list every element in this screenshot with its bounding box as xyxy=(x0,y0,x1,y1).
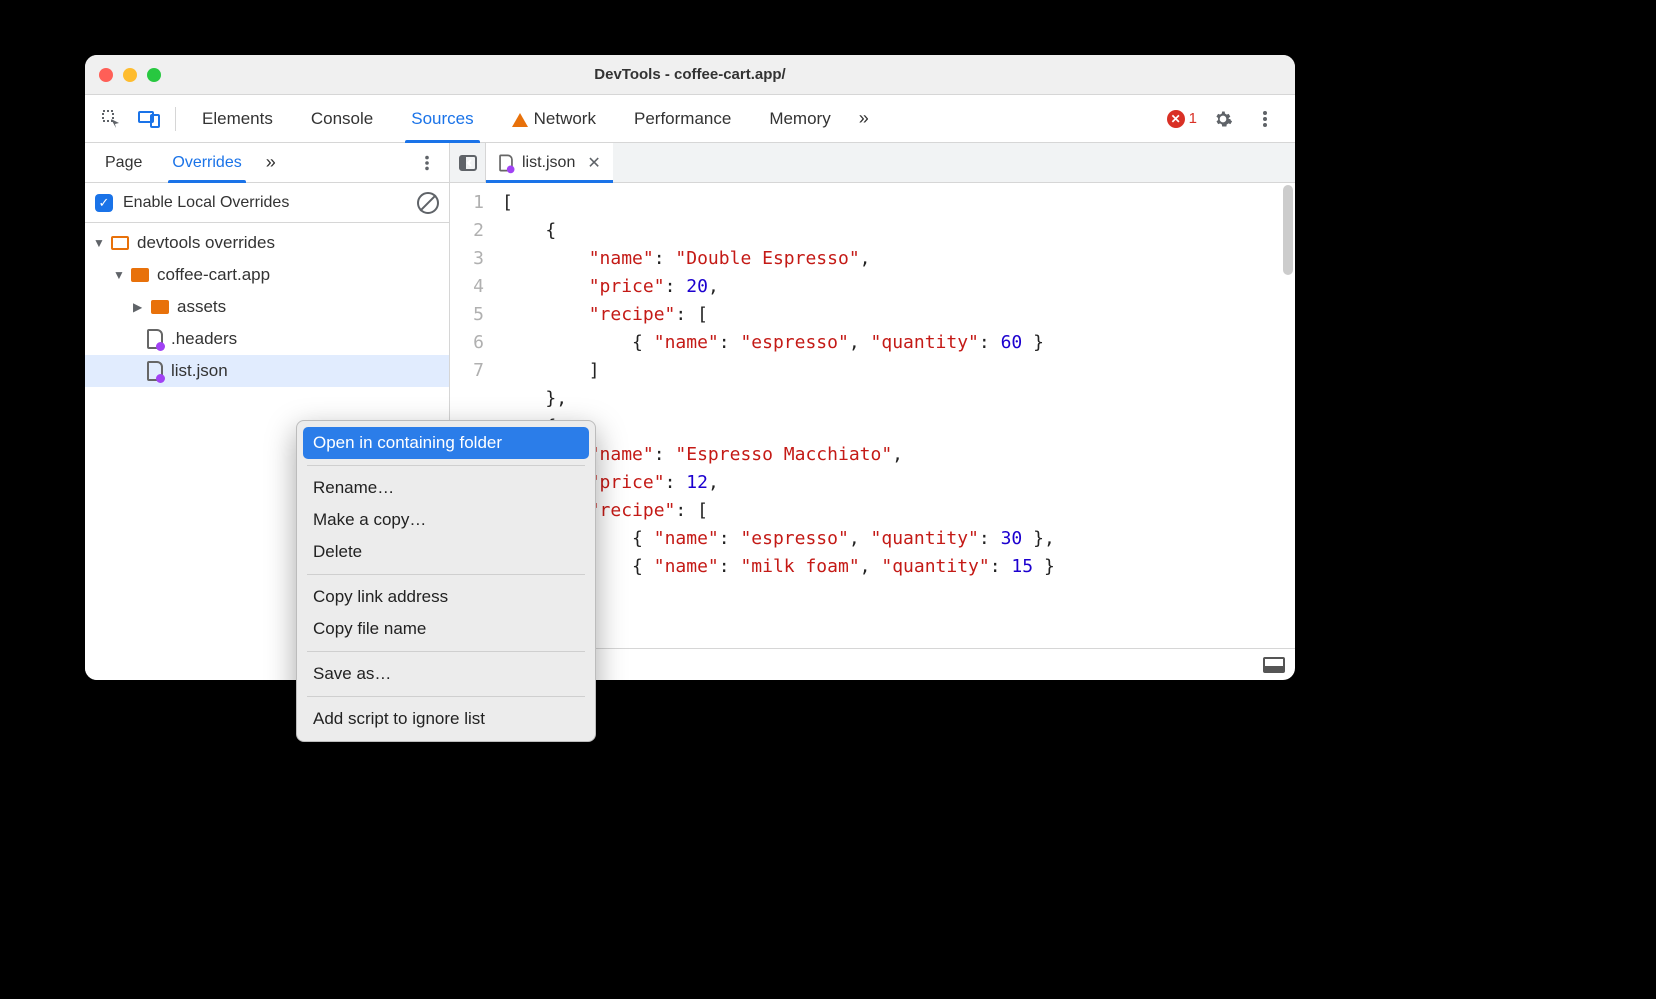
main-toolbar: Elements Console Sources Network Perform… xyxy=(85,95,1295,143)
warning-icon xyxy=(512,113,528,127)
ctx-copy-link[interactable]: Copy link address xyxy=(297,581,595,613)
settings-gear-icon[interactable] xyxy=(1207,103,1239,135)
override-dot-icon xyxy=(507,165,515,173)
toggle-navigator-icon[interactable] xyxy=(450,143,486,183)
ctx-open-in-folder[interactable]: Open in containing folder xyxy=(303,427,589,459)
titlebar: DevTools - coffee-cart.app/ xyxy=(85,55,1295,95)
file-icon xyxy=(499,154,513,171)
tab-elements[interactable]: Elements xyxy=(186,95,289,143)
ctx-rename[interactable]: Rename… xyxy=(297,472,595,504)
tree-domain-folder[interactable]: ▼ coffee-cart.app xyxy=(85,259,449,291)
device-toolbar-icon[interactable] xyxy=(133,103,165,135)
zoom-window-button[interactable] xyxy=(147,68,161,82)
tree-assets-folder[interactable]: ▶ assets xyxy=(85,291,449,323)
sidebar-tab-page[interactable]: Page xyxy=(93,143,154,183)
menu-separator xyxy=(307,574,585,575)
close-window-button[interactable] xyxy=(99,68,113,82)
close-tab-icon[interactable]: ✕ xyxy=(583,153,600,173)
ctx-delete[interactable]: Delete xyxy=(297,536,595,568)
chevron-down-icon: ▼ xyxy=(93,236,103,250)
traffic-lights xyxy=(99,68,161,82)
tree-file-listjson[interactable]: list.json xyxy=(85,355,449,387)
minimize-window-button[interactable] xyxy=(123,68,137,82)
folder-label: coffee-cart.app xyxy=(157,265,270,285)
editor-tab-label: list.json xyxy=(522,154,575,172)
error-icon: ✕ xyxy=(1167,110,1185,128)
inspect-icon[interactable] xyxy=(95,103,127,135)
error-badge[interactable]: ✕ 1 xyxy=(1167,110,1197,128)
ctx-make-copy[interactable]: Make a copy… xyxy=(297,504,595,536)
enable-overrides-label: Enable Local Overrides xyxy=(123,194,289,212)
scrollbar-thumb[interactable] xyxy=(1283,185,1293,275)
error-count: 1 xyxy=(1189,110,1197,127)
enable-overrides-checkbox[interactable]: ✓ xyxy=(95,194,113,212)
folder-label: devtools overrides xyxy=(137,233,275,253)
sidebar-more-vert-icon[interactable] xyxy=(413,149,441,177)
ctx-add-ignore[interactable]: Add script to ignore list xyxy=(297,703,595,735)
folder-label: assets xyxy=(177,297,226,317)
menu-separator xyxy=(307,465,585,466)
drawer-toggle-icon[interactable] xyxy=(1263,657,1285,673)
window-title: DevTools - coffee-cart.app/ xyxy=(85,66,1295,83)
clear-overrides-icon[interactable] xyxy=(417,192,439,214)
tab-console[interactable]: Console xyxy=(295,95,389,143)
folder-icon xyxy=(111,236,129,250)
toolbar-divider xyxy=(175,107,176,131)
menu-separator xyxy=(307,696,585,697)
editor-tabs: list.json ✕ xyxy=(450,143,1295,183)
menu-separator xyxy=(307,651,585,652)
chevron-down-icon: ▼ xyxy=(113,268,123,282)
tab-sources[interactable]: Sources xyxy=(395,95,489,143)
ctx-save-as[interactable]: Save as… xyxy=(297,658,595,690)
devtools-window: DevTools - coffee-cart.app/ Elements Con… xyxy=(85,55,1295,680)
code-content[interactable]: [ { "name": "Double Espresso", "price": … xyxy=(494,183,1295,648)
folder-icon xyxy=(151,300,169,314)
file-icon xyxy=(147,329,163,349)
file-icon xyxy=(147,361,163,381)
context-menu: Open in containing folder Rename… Make a… xyxy=(296,420,596,742)
tab-memory[interactable]: Memory xyxy=(753,95,846,143)
ctx-copy-filename[interactable]: Copy file name xyxy=(297,613,595,645)
more-tabs-chevron-icon[interactable]: » xyxy=(853,108,875,129)
enable-overrides-row[interactable]: ✓ Enable Local Overrides xyxy=(85,183,449,223)
file-label: .headers xyxy=(171,329,237,349)
override-dot-icon xyxy=(156,342,165,351)
override-dot-icon xyxy=(156,374,165,383)
more-vert-icon[interactable] xyxy=(1249,103,1281,135)
sidebar-tabs: Page Overrides » xyxy=(85,143,449,183)
sidebar-tab-overrides[interactable]: Overrides xyxy=(160,143,253,183)
chevron-right-icon: ▶ xyxy=(133,300,143,314)
tree-root-folder[interactable]: ▼ devtools overrides xyxy=(85,227,449,259)
file-label: list.json xyxy=(171,361,228,381)
folder-icon xyxy=(131,268,149,282)
tree-file-headers[interactable]: .headers xyxy=(85,323,449,355)
tab-performance[interactable]: Performance xyxy=(618,95,747,143)
sidebar-more-chevron-icon[interactable]: » xyxy=(260,152,282,173)
content-area: Page Overrides » ✓ Enable Local Override… xyxy=(85,143,1295,680)
editor-tab-listjson[interactable]: list.json ✕ xyxy=(486,143,613,183)
toolbar-right: ✕ 1 xyxy=(1167,103,1285,135)
tab-network[interactable]: Network xyxy=(496,95,612,143)
